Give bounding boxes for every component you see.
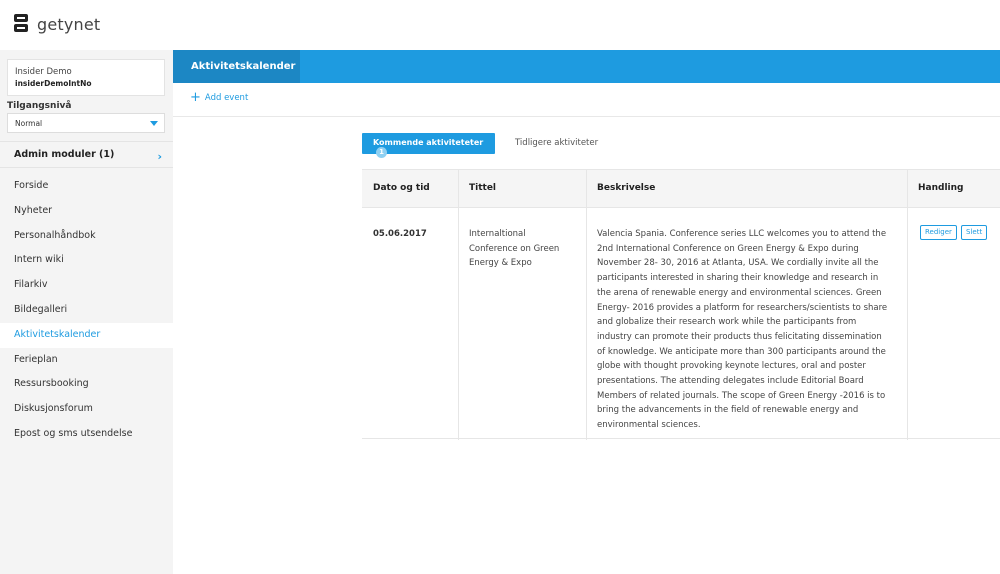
add-event-button[interactable]: + Add event	[190, 90, 249, 105]
user-name: Insider Demo	[15, 67, 72, 77]
tab-previous[interactable]: Tidligere aktiviteter	[515, 138, 598, 148]
logo-icon	[14, 14, 28, 34]
access-level-label: Tilgangsnivå	[7, 101, 72, 111]
delete-button[interactable]: Slett	[961, 225, 988, 240]
caret-down-icon	[150, 121, 158, 126]
description-line: and globalize their research work while …	[597, 317, 857, 328]
page-title[interactable]: Aktivitetskalender	[173, 50, 300, 83]
description-line: November 28- 30, 2016 at Atlanta, USA. W…	[597, 258, 879, 269]
plus-icon: +	[190, 90, 201, 105]
sidebar-item-ressursbooking[interactable]: Ressursbooking	[0, 372, 173, 397]
admin-modules-toggle[interactable]: Admin moduler (1) ›	[0, 141, 173, 168]
count-badge: 1	[376, 147, 387, 158]
access-level-value: Normal	[15, 119, 43, 128]
column-divider	[907, 170, 908, 440]
logo-text: getynet	[37, 14, 101, 34]
description-line: Valencia Spania. Conference series LLC w…	[597, 229, 887, 239]
tab-upcoming-label: Kommende aktiviteteter	[373, 138, 484, 147]
column-header-description[interactable]: Beskrivelse	[597, 183, 655, 193]
sidebar-item-intern-wiki[interactable]: Intern wiki	[0, 248, 173, 273]
event-description: Valencia Spania. Conference series LLC w…	[597, 227, 902, 433]
top-bar: getynet	[0, 0, 1000, 50]
event-title[interactable]: Internaltional Conference on Green Energ…	[469, 227, 579, 271]
sidebar-nav: Forside Nyheter Personalhåndbok Intern w…	[0, 174, 173, 447]
description-line: globe with thought provoking keynote lec…	[597, 361, 866, 372]
event-title-line: Conference on Green	[469, 243, 560, 254]
description-line: bring the advancements in the field of r…	[597, 405, 859, 416]
sidebar-item-bildegalleri[interactable]: Bildegalleri	[0, 298, 173, 323]
description-line: environmental sciences.	[597, 420, 701, 431]
description-line: the arena of renewable energy and enviro…	[597, 287, 882, 298]
sidebar-item-ferieplan[interactable]: Ferieplan	[0, 348, 173, 373]
admin-modules-label: Admin moduler (1)	[14, 149, 115, 160]
description-line: industry can promote their products thus…	[597, 331, 882, 342]
column-header-title[interactable]: Tittel	[469, 183, 496, 193]
user-id: insiderDemoIntNo	[15, 79, 92, 88]
sidebar-item-nyheter[interactable]: Nyheter	[0, 199, 173, 224]
column-header-date[interactable]: Dato og tid	[373, 183, 430, 193]
event-title-line: Internaltional	[469, 229, 526, 239]
section-header: Aktivitetskalender	[173, 50, 1000, 83]
user-card[interactable]: Insider Demo insiderDemoIntNo	[7, 59, 165, 96]
column-divider	[586, 170, 587, 440]
chevron-right-icon: ›	[157, 150, 162, 163]
logo[interactable]: getynet	[14, 14, 100, 34]
access-level-select[interactable]: Normal	[7, 113, 165, 133]
edit-button[interactable]: Rediger	[920, 225, 957, 240]
description-line: participants interested in sharing their…	[597, 273, 879, 284]
sidebar-item-personalhandbok[interactable]: Personalhåndbok	[0, 224, 173, 249]
divider	[173, 116, 1000, 117]
description-line: presentations. The attending delegates i…	[597, 376, 864, 387]
sidebar-item-diskusjonsforum[interactable]: Diskusjonsforum	[0, 397, 173, 422]
sidebar-item-forside[interactable]: Forside	[0, 174, 173, 199]
sidebar-item-aktivitetskalender[interactable]: Aktivitetskalender	[0, 322, 173, 348]
event-title-line: Energy & Expo	[469, 258, 532, 269]
description-line: Members of related journals. The scope o…	[597, 390, 886, 401]
column-header-actions: Handling	[918, 183, 964, 193]
add-event-label: Add event	[204, 93, 249, 103]
description-line: of knowledge. We anticipate more than 30…	[597, 346, 886, 357]
event-date: 05.06.2017	[373, 229, 427, 239]
events-table: Dato og tid Tittel Beskrivelse Handling …	[362, 169, 1000, 440]
column-divider	[458, 170, 459, 440]
description-line: Energy- 2016 provides a platform for res…	[597, 302, 888, 313]
tab-upcoming[interactable]: Kommende aktiviteteter 1	[362, 133, 495, 158]
sidebar: Insider Demo insiderDemoIntNo Tilgangsni…	[0, 50, 173, 574]
sidebar-item-epost-sms[interactable]: Epost og sms utsendelse	[0, 422, 173, 447]
sidebar-item-filarkiv[interactable]: Filarkiv	[0, 273, 173, 298]
description-line: 2nd International Conference on Green En…	[597, 243, 859, 254]
